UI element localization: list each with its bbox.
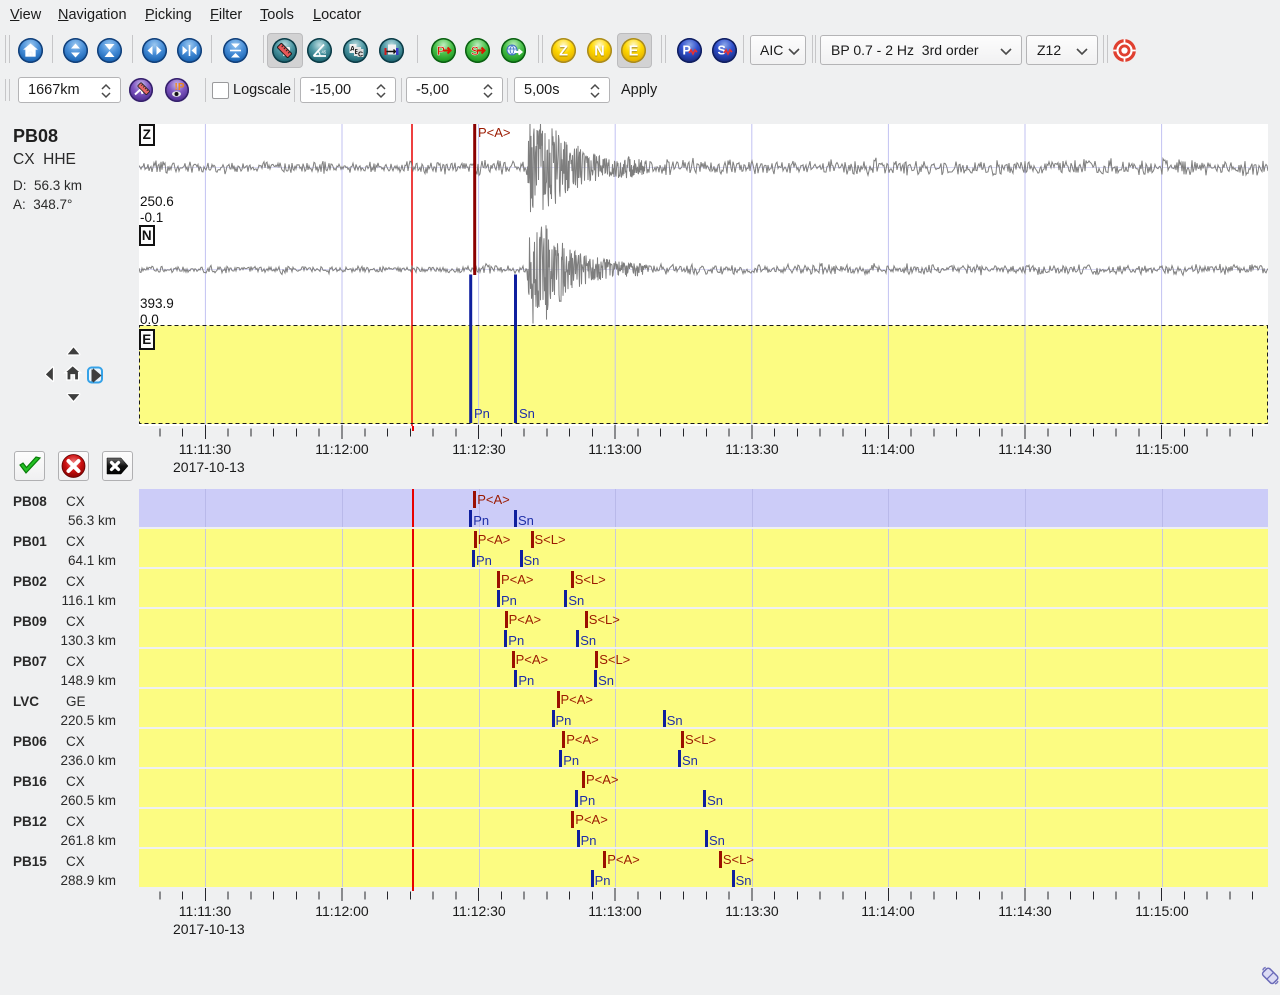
svg-text:C: C: [358, 52, 363, 59]
svg-text:Z: Z: [559, 44, 568, 60]
svg-text:N: N: [594, 44, 604, 60]
svg-text:E: E: [629, 44, 639, 60]
svg-text:S: S: [717, 44, 725, 58]
svg-text:P: P: [683, 44, 691, 58]
svg-text:45: 45: [322, 50, 327, 55]
